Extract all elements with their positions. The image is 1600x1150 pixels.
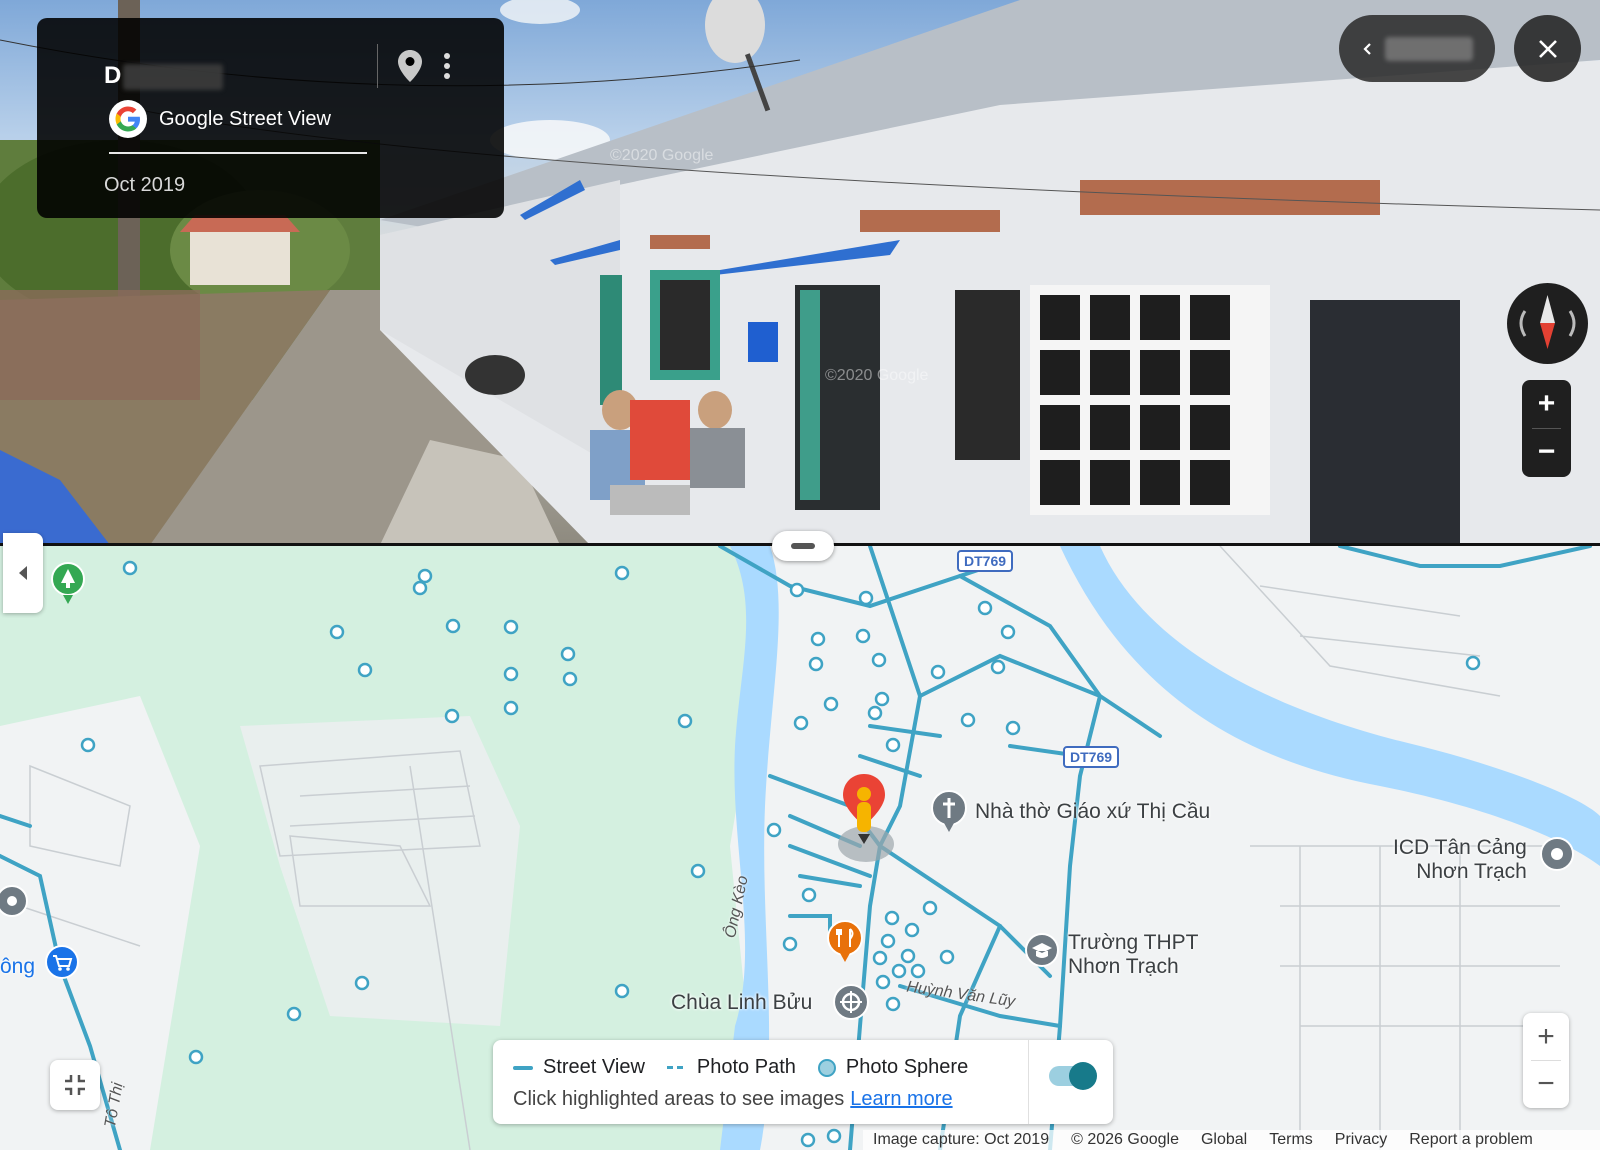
image-capture-date: Image capture: Oct 2019 [873,1131,1050,1148]
street-view-layer-toggle[interactable] [1049,1062,1097,1090]
map-zoom-control: + − [1523,1013,1569,1108]
copyright: © 2026 Google [1071,1131,1179,1148]
drag-grip [791,543,815,549]
street-view-panorama[interactable]: ©2020 Google ©2020 Google D Google Stree… [0,0,1600,545]
road-shield-dt769: DT769 [1063,746,1120,768]
photo-path-dash-icon [666,1066,687,1069]
brand-label[interactable]: Google Street View [159,108,331,131]
google-street-view-brand: Google Street View [109,100,331,138]
edge-place-label[interactable]: ông [0,955,35,979]
edge-place-marker-icon[interactable] [0,883,32,923]
collapse-panel-button[interactable] [3,533,43,613]
location-title-blurred [123,64,223,90]
place-label-school-line-2: Nhơn Trạch [1068,955,1179,978]
location-pin-icon[interactable] [395,48,425,84]
church-icon[interactable] [930,789,968,833]
place-label-icd-line-2: Nhơn Trạch [1416,860,1527,883]
legend-items: Street View Photo Path Photo Sphere [513,1056,980,1079]
road-shield-dt769: DT769 [957,550,1014,572]
school-icon[interactable] [1023,932,1061,974]
svg-text:©2020 Google: ©2020 Google [825,367,929,384]
exit-fullscreen-icon [65,1075,85,1095]
privacy-link[interactable]: Privacy [1335,1131,1387,1149]
street-view-window: ©2020 Google ©2020 Google D Google Stree… [0,0,1600,1150]
place-label-temple[interactable]: Chùa Linh Bửu [671,991,812,1015]
map-footer: Image capture: Oct 2019 © 2026 Google Gl… [863,1130,1600,1150]
pill-label-blurred [1385,36,1473,61]
panorama-zoom-in-button[interactable]: + [1522,380,1571,428]
legend-label: Photo Path [696,1056,796,1078]
card-separator [377,44,378,88]
place-label-church[interactable]: Nhà thờ Giáo xứ Thị Cầu [975,800,1210,824]
legend-hint-text: Click highlighted areas to see images [513,1088,845,1110]
pegman-location-marker-icon[interactable] [840,772,888,858]
panorama-zoom-out-button[interactable]: − [1522,428,1571,476]
legend-item-photo-path: Photo Path [666,1056,796,1079]
map-zoom-out-button[interactable]: − [1523,1060,1569,1107]
street-view-legend: Street View Photo Path Photo Sphere Clic… [493,1040,1113,1124]
legend-item-photo-sphere: Photo Sphere [817,1056,969,1079]
fullscreen-button[interactable] [50,1060,100,1110]
legend-separator [1028,1040,1029,1124]
map-zoom-in-button[interactable]: + [1523,1013,1569,1060]
terms-link[interactable]: Terms [1269,1131,1313,1149]
svg-text:©2020 Google: ©2020 Google [610,147,714,164]
photo-sphere-icon [817,1058,836,1077]
more-vert-icon[interactable] [437,48,457,84]
place-marker-icon[interactable] [1538,836,1576,878]
close-icon [1538,39,1557,58]
restaurant-icon[interactable] [825,919,865,963]
close-button[interactable] [1514,15,1581,82]
location-title: D [104,62,122,89]
legend-hint: Click highlighted areas to see images Lea… [513,1088,953,1111]
place-label-school-line-1: Trường THPT [1068,931,1199,954]
region-link[interactable]: Global [1201,1131,1247,1149]
panorama-zoom-control: + − [1522,380,1571,477]
compass-icon[interactable] [1507,283,1588,364]
legend-label: Street View [543,1056,645,1078]
temple-icon[interactable] [832,983,870,1021]
place-label-icd-line-1: ICD Tân Cảng [1393,836,1527,859]
place-label-icd[interactable]: ICD Tân Cảng Nhơn Trạch [1393,836,1527,884]
legend-item-street-view: Street View [513,1056,645,1079]
split-drag-handle[interactable] [772,531,834,561]
park-icon[interactable] [49,561,87,605]
google-g-logo-icon [109,100,147,138]
shopping-cart-icon[interactable] [43,944,81,988]
place-label-school[interactable]: Trường THPT Nhơn Trạch [1068,931,1199,979]
legend-label: Photo Sphere [845,1056,969,1078]
arrow-left-icon [1363,42,1371,55]
chevron-left-icon [19,566,27,580]
brand-divider [109,152,367,154]
learn-more-link[interactable]: Learn more [850,1088,952,1110]
report-problem-link[interactable]: Report a problem [1409,1131,1533,1149]
capture-date: Oct 2019 [104,174,186,196]
toggle-knob [1069,1062,1097,1090]
location-info-card: D Google Street View Oct 2019 [37,18,504,218]
back-to-map-button[interactable] [1339,15,1495,82]
street-view-line-icon [513,1065,533,1070]
